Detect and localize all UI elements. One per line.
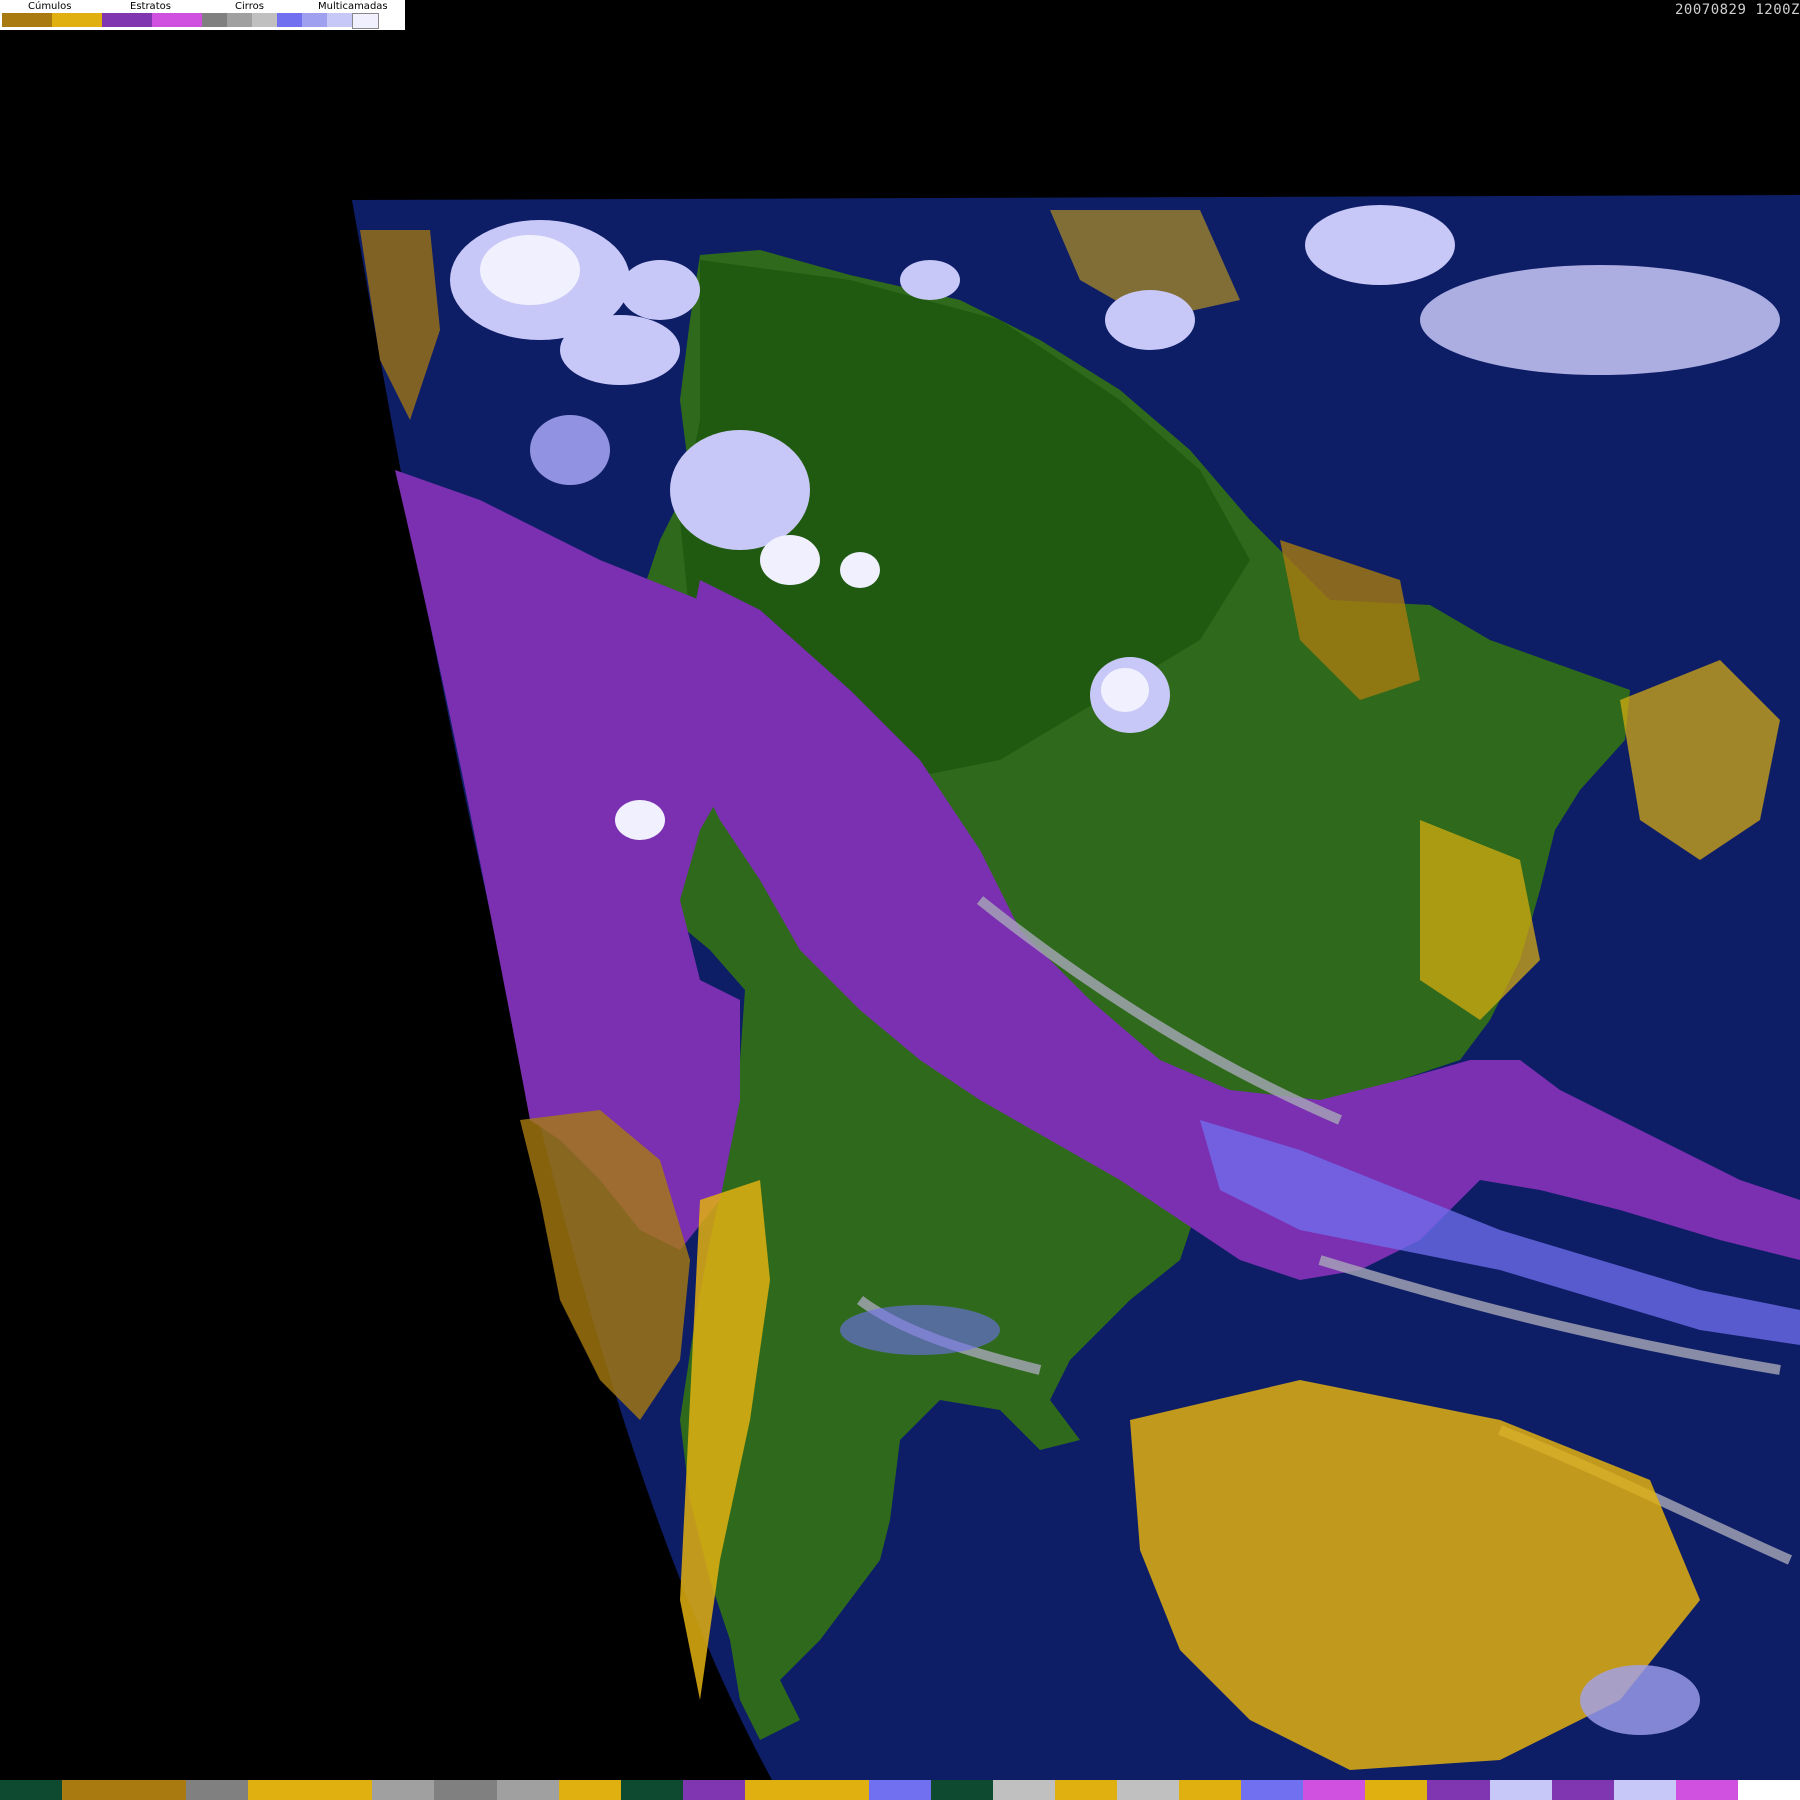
legend-swatch <box>202 13 227 27</box>
bottom-bar-segment <box>372 1780 435 1800</box>
bottom-bar-segment <box>1489 1780 1552 1800</box>
bottom-bar-segment <box>993 1780 1056 1800</box>
bottom-bar-segment <box>1241 1780 1304 1800</box>
timestamp: 20070829 1200Z <box>1674 2 1800 18</box>
legend-label-cirrus: Cirros <box>235 1 264 12</box>
bottom-bar-segment <box>1675 1780 1738 1800</box>
bottom-bar-segment <box>1055 1780 1118 1800</box>
legend-swatch <box>2 13 52 27</box>
bottom-bar-segment <box>496 1780 559 1800</box>
bottom-bar-segment <box>62 1780 125 1800</box>
bottom-bar-segment <box>620 1780 683 1800</box>
bottom-bar-segment <box>1117 1780 1180 1800</box>
legend-swatch <box>277 13 302 27</box>
bottom-bar-segment <box>1737 1780 1800 1800</box>
bottom-bar-segment <box>1179 1780 1242 1800</box>
bottom-bar-segment <box>434 1780 497 1800</box>
bottom-bar-segment <box>744 1780 807 1800</box>
satellite-cloud-map <box>352 195 1800 1780</box>
legend-label-stratus: Estratos <box>130 1 171 12</box>
bottom-bar-segment <box>682 1780 745 1800</box>
bottom-bar-segment <box>186 1780 249 1800</box>
legend-swatch <box>102 13 152 27</box>
legend-label-cumulus: Cúmulos <box>28 1 72 12</box>
legend-swatch <box>52 13 102 27</box>
legend-label-multilayer: Multicamadas <box>318 1 388 12</box>
bottom-bar-segment <box>1613 1780 1676 1800</box>
bottom-bar-segment <box>1365 1780 1428 1800</box>
legend-swatch <box>152 13 202 27</box>
bottom-bar-segment <box>868 1780 931 1800</box>
bottom-color-bar <box>0 1780 1800 1800</box>
bottom-bar-segment <box>124 1780 187 1800</box>
bottom-bar-segment <box>248 1780 311 1800</box>
bottom-bar-segment <box>806 1780 869 1800</box>
bottom-bar-segment <box>558 1780 621 1800</box>
legend-swatch <box>352 13 379 29</box>
cloud-type-legend: Cúmulos Estratos Cirros Multicamadas <box>0 0 405 30</box>
legend-swatch <box>302 13 327 27</box>
bottom-bar-segment <box>0 1780 63 1800</box>
bottom-bar-segment <box>1551 1780 1614 1800</box>
legend-swatch <box>227 13 252 27</box>
bottom-bar-segment <box>1427 1780 1490 1800</box>
bottom-bar-segment <box>1303 1780 1366 1800</box>
legend-swatch <box>327 13 352 27</box>
bottom-bar-segment <box>310 1780 373 1800</box>
bottom-bar-segment <box>930 1780 993 1800</box>
legend-swatch <box>252 13 277 27</box>
